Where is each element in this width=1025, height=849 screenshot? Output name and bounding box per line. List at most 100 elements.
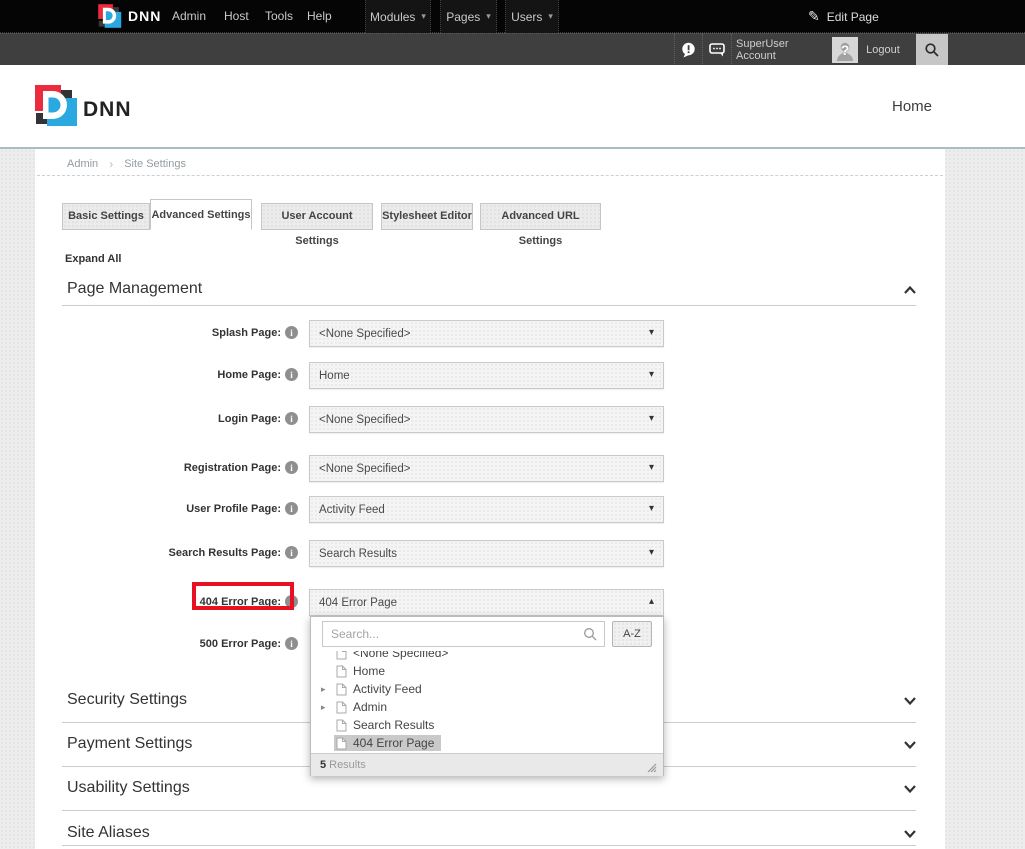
- field-label: Login Page:: [61, 413, 281, 425]
- user-bar: SuperUser Account ? Logout: [0, 33, 1025, 65]
- caret-down-icon: ▾: [421, 11, 426, 22]
- notifications-button[interactable]: [674, 34, 702, 66]
- divider: [731, 34, 732, 66]
- search-icon: [583, 627, 598, 642]
- account-link[interactable]: SuperUser Account: [736, 34, 826, 66]
- field-label: Registration Page:: [61, 462, 281, 474]
- info-icon[interactable]: i: [285, 461, 298, 474]
- content-panel: Admin › Site Settings Basic Settings Adv…: [35, 149, 945, 849]
- tree-item-home[interactable]: Home: [311, 662, 663, 680]
- page-picker-dropdown: A-Z <None Specified>: [310, 616, 664, 776]
- results-count: 5: [320, 759, 326, 771]
- field-label: Home Page:: [61, 369, 281, 381]
- menu-tools[interactable]: Tools: [265, 0, 293, 33]
- field-label: 500 Error Page:: [61, 638, 281, 650]
- splash-page-select[interactable]: <None Specified> ▾: [309, 320, 664, 347]
- section-security-settings[interactable]: Security Settings: [67, 691, 187, 709]
- tab-stylesheet-editor[interactable]: Stylesheet Editor: [381, 203, 473, 230]
- messages-icon: [708, 42, 726, 58]
- tab-advanced-url-settings[interactable]: Advanced URL Settings: [480, 203, 601, 230]
- sort-az-button[interactable]: A-Z: [612, 621, 652, 647]
- search-icon: [924, 42, 940, 58]
- page-icon: [336, 683, 347, 696]
- expand-all-link[interactable]: Expand All: [65, 253, 121, 265]
- search-button[interactable]: [916, 34, 948, 66]
- tree-item-404-error-page[interactable]: 404 Error Page: [311, 734, 663, 752]
- notifications-icon: [680, 42, 697, 58]
- chevron-down-icon[interactable]: [903, 829, 917, 839]
- dnn-site-logo[interactable]: DNN.: [35, 83, 131, 134]
- question-mark-icon: ?: [841, 42, 850, 58]
- tree-item-admin[interactable]: ▸ Admin: [311, 698, 663, 716]
- section-usability-settings[interactable]: Usability Settings: [67, 779, 190, 797]
- menu-admin[interactable]: Admin: [172, 0, 206, 33]
- menu-users[interactable]: Users ▾: [505, 0, 559, 33]
- caret-down-icon: ▾: [649, 327, 654, 338]
- chevron-down-icon[interactable]: [903, 784, 917, 794]
- tab-user-account-settings[interactable]: User Account Settings: [261, 203, 373, 230]
- caret-down-icon: ▾: [649, 547, 654, 558]
- info-icon[interactable]: i: [285, 326, 298, 339]
- section-site-aliases[interactable]: Site Aliases: [67, 824, 150, 842]
- tree-item-none-specified[interactable]: <None Specified>: [311, 651, 663, 662]
- menu-modules[interactable]: Modules ▾: [365, 0, 431, 33]
- home-page-select[interactable]: Home ▾: [309, 362, 664, 389]
- dnn-logo-icon: [97, 3, 123, 29]
- page-icon: [336, 651, 347, 660]
- tree-item-activity-feed[interactable]: ▸ Activity Feed: [311, 680, 663, 698]
- breadcrumb: Admin › Site Settings: [67, 157, 186, 171]
- menu-pages[interactable]: Pages ▾: [440, 0, 497, 33]
- info-icon[interactable]: i: [285, 637, 298, 650]
- dnn-mini-logo[interactable]: DNN: [97, 3, 161, 29]
- menu-help[interactable]: Help: [307, 0, 332, 33]
- info-icon[interactable]: i: [285, 546, 298, 559]
- info-icon[interactable]: i: [285, 412, 298, 425]
- tree-expand-icon[interactable]: ▸: [321, 684, 334, 695]
- chevron-down-icon[interactable]: [903, 740, 917, 750]
- dnn-admin-page: DNN Admin Host Tools Help Modules ▾ Page…: [0, 0, 1025, 849]
- form-row-splash-page: Splash Page: i <None Specified> ▾: [35, 320, 945, 348]
- section-divider: [62, 845, 916, 846]
- page-icon: [336, 719, 347, 732]
- nav-home[interactable]: Home: [892, 98, 932, 115]
- picker-search-input[interactable]: [322, 621, 605, 647]
- form-row-registration-page: Registration Page: i <None Specified> ▾: [35, 455, 945, 483]
- user-profile-page-select[interactable]: Activity Feed ▾: [309, 496, 664, 523]
- info-icon[interactable]: i: [285, 595, 298, 608]
- edit-page-button[interactable]: ✎ Edit Page: [808, 0, 879, 33]
- info-icon[interactable]: i: [285, 368, 298, 381]
- messages-button[interactable]: [702, 34, 731, 66]
- info-icon[interactable]: i: [285, 502, 298, 515]
- field-label: 404 Error Page:: [61, 596, 281, 608]
- tab-basic-settings[interactable]: Basic Settings: [62, 203, 150, 230]
- field-label: User Profile Page:: [61, 503, 281, 515]
- resize-handle-icon[interactable]: [644, 760, 657, 773]
- picker-search-row: A-Z: [311, 617, 663, 651]
- results-label: Results: [329, 759, 366, 771]
- section-payment-settings[interactable]: Payment Settings: [67, 735, 192, 753]
- caret-down-icon: ▾: [649, 503, 654, 514]
- tree-item-search-results[interactable]: Search Results: [311, 716, 663, 734]
- form-row-user-profile-page: User Profile Page: i Activity Feed ▾: [35, 496, 945, 524]
- chevron-up-icon[interactable]: [903, 285, 917, 295]
- dashed-divider: [37, 175, 943, 176]
- field-label: Splash Page:: [61, 327, 281, 339]
- error-404-page-select[interactable]: 404 Error Page ▴: [309, 589, 664, 616]
- tree-expand-icon[interactable]: ▸: [321, 702, 334, 713]
- search-results-page-select[interactable]: Search Results ▾: [309, 540, 664, 567]
- menu-host[interactable]: Host: [224, 0, 249, 33]
- page-icon: [336, 665, 347, 678]
- chevron-right-icon: ›: [109, 157, 113, 171]
- form-row-search-results-page: Search Results Page: i Search Results ▾: [35, 540, 945, 568]
- login-page-select[interactable]: <None Specified> ▾: [309, 406, 664, 433]
- dnn-logo-text: DNN: [128, 8, 161, 24]
- pencil-icon: ✎: [808, 8, 820, 25]
- tab-advanced-settings[interactable]: Advanced Settings: [150, 199, 252, 230]
- section-page-management[interactable]: Page Management: [67, 280, 202, 298]
- logout-link[interactable]: Logout: [862, 34, 904, 66]
- registration-page-select[interactable]: <None Specified> ▾: [309, 455, 664, 482]
- chevron-down-icon[interactable]: [903, 696, 917, 706]
- avatar[interactable]: ?: [832, 37, 858, 63]
- page-icon: [336, 737, 347, 750]
- breadcrumb-admin[interactable]: Admin: [67, 158, 98, 170]
